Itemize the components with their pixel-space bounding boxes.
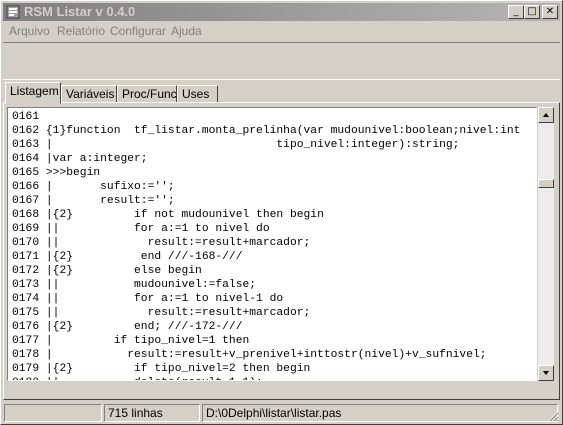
tab-listagem[interactable]: Listagem bbox=[5, 82, 61, 104]
code-line: 0176 |{2} end; ///-172-/// bbox=[12, 321, 243, 333]
tab-label: Uses bbox=[182, 87, 210, 101]
tab-label: Variáveis bbox=[66, 87, 115, 101]
menu-relatorio[interactable]: Relatório bbox=[57, 24, 105, 38]
status-panel-empty bbox=[4, 404, 102, 422]
menu-bar: Arquivo Relatório Configurar Ajuda bbox=[3, 22, 560, 41]
code-line: 0163 | tipo_nivel:integer):string; bbox=[12, 139, 460, 151]
code-line: 0167 | result:=''; bbox=[12, 195, 175, 207]
scroll-down-icon bbox=[543, 371, 549, 375]
code-line: 0161 bbox=[12, 111, 40, 123]
code-line: 0168 |{2} if not mudounivel then begin bbox=[12, 209, 324, 221]
code-line: 0173 || mudounivel:=false; bbox=[12, 279, 257, 291]
code-line: 0180 || delete(result,1,1); bbox=[12, 376, 520, 380]
status-line-count: 715 linhas bbox=[104, 404, 200, 422]
tab-proc-func[interactable]: Proc/Func bbox=[117, 85, 177, 103]
code-line: 0171 |{2} end ///-168-/// bbox=[12, 251, 243, 263]
scroll-thumb[interactable] bbox=[538, 179, 554, 188]
maximize-button[interactable]: □ bbox=[524, 5, 540, 19]
title-bar[interactable]: RSM Listar v 0.4.0 _ □ ✕ bbox=[3, 3, 560, 21]
code-line: 0172 |{2} else begin bbox=[12, 265, 202, 277]
menu-arquivo[interactable]: Arquivo bbox=[9, 24, 50, 38]
code-line: 0177 | if tipo_nivel=1 then bbox=[12, 335, 250, 347]
window-title: RSM Listar v 0.4.0 bbox=[24, 4, 136, 19]
minimize-icon: _ bbox=[513, 6, 519, 17]
code-line: 0169 || for a:=1 to nivel do bbox=[12, 223, 270, 235]
size-grip-icon[interactable] bbox=[547, 410, 559, 422]
app-icon bbox=[6, 5, 20, 19]
maximize-icon: □ bbox=[527, 6, 537, 17]
code-line: 0162 {1}function tf_listar.monta_prelinh… bbox=[12, 125, 521, 137]
close-icon: ✕ bbox=[545, 6, 555, 17]
code-line: 0166 | sufixo:=''; bbox=[12, 181, 175, 193]
minimize-button[interactable]: _ bbox=[508, 5, 524, 19]
tab-label: Proc/Func bbox=[122, 87, 177, 101]
scroll-down-button[interactable] bbox=[538, 365, 554, 381]
code-line: 0174 || for a:=1 to nivel-1 do bbox=[12, 293, 284, 305]
menu-ajuda[interactable]: Ajuda bbox=[171, 24, 202, 38]
tab-variaveis[interactable]: Variáveis bbox=[61, 85, 117, 103]
scroll-up-button[interactable] bbox=[538, 107, 554, 123]
status-file-path: D:\0Delphi\listar\listar.pas bbox=[202, 404, 558, 422]
vertical-scrollbar[interactable] bbox=[538, 107, 554, 381]
code-listing[interactable]: 0161 0162 {1}function tf_listar.monta_pre… bbox=[7, 107, 537, 381]
tab-strip: Listagem Variáveis Proc/Func Uses bbox=[3, 81, 560, 104]
tab-label: Listagem bbox=[10, 84, 59, 98]
code-line: 0175 || result:=result+marcador; bbox=[12, 307, 311, 319]
main-window: RSM Listar v 0.4.0 _ □ ✕ Arquivo Relatór… bbox=[0, 0, 563, 425]
code-text: 0161 0162 {1}function tf_listar.monta_pre… bbox=[12, 110, 521, 380]
code-line: 0179 |{2} if tipo_nivel=2 then begin bbox=[12, 363, 311, 375]
toolbar bbox=[3, 42, 560, 80]
tab-uses[interactable]: Uses bbox=[177, 85, 218, 103]
status-bar: 715 linhas D:\0Delphi\listar\listar.pas bbox=[3, 403, 560, 423]
code-line: 0164 |var a:integer; bbox=[12, 153, 148, 165]
code-line: 0170 || result:=result+marcador; bbox=[12, 237, 311, 249]
horizontal-scroll-area bbox=[7, 382, 537, 398]
code-line: 0165 >>>begin bbox=[12, 167, 101, 179]
scroll-up-icon bbox=[543, 113, 549, 117]
menu-configurar[interactable]: Configurar bbox=[110, 24, 166, 38]
code-line: 0178 | result:=result+v_prenivel+inttost… bbox=[12, 349, 487, 361]
close-button[interactable]: ✕ bbox=[542, 5, 558, 19]
